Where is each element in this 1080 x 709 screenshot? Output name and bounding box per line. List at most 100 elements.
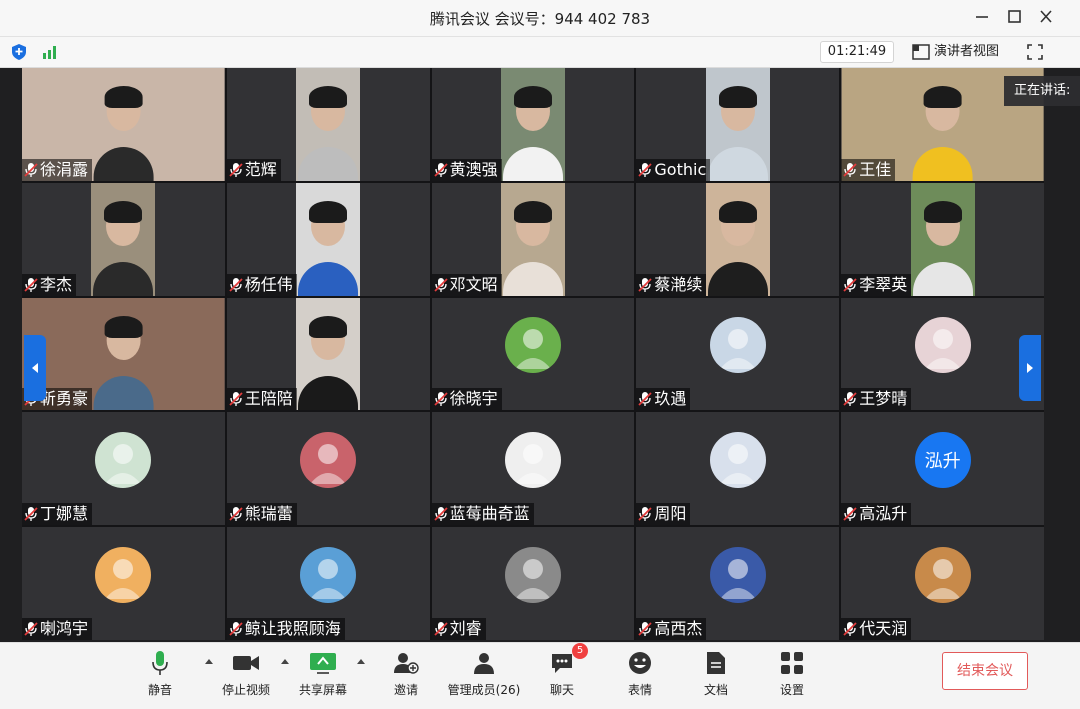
caret-up-icon[interactable] [280, 657, 290, 665]
mic-muted-icon [433, 507, 448, 522]
mic-muted-icon [24, 507, 38, 522]
participant-name-tag: 喇鸿宇 [22, 618, 93, 640]
participant-video [91, 182, 156, 296]
participant-name-tag: Gothic [636, 158, 711, 181]
participant-name: 玖遇 [654, 389, 687, 409]
page-prev-button[interactable] [24, 335, 46, 401]
participant-tile[interactable]: 徐晓宇 [431, 297, 635, 411]
participant-tile[interactable]: 周阳 [636, 412, 840, 526]
participant-video [500, 182, 565, 296]
chevron-right-icon [1027, 363, 1033, 373]
avatar [95, 431, 152, 488]
participant-name: 喇鸿宇 [40, 619, 89, 638]
mic-muted-icon [638, 507, 653, 522]
invite-label: 邀请 [393, 683, 418, 697]
participant-name: 鲸让我照顾海 [244, 619, 341, 638]
mic-muted-icon [24, 162, 38, 177]
participant-tile[interactable]: 靳勇豪 [22, 297, 225, 411]
mute-button[interactable]: 静音 [140, 649, 180, 701]
mic-muted-icon [638, 392, 653, 407]
participant-tile[interactable]: 王梦晴 [841, 297, 1044, 411]
participant-name-tag: 蔡滟续 [636, 273, 707, 296]
window-title: 腾讯会议 会议号：944 402 783 [429, 10, 651, 28]
docs-button[interactable]: 文档 [696, 649, 736, 701]
participant-tile[interactable]: 鲸让我照顾海 [226, 527, 430, 640]
participant-video [910, 182, 975, 296]
participant-name: 杨任伟 [244, 274, 293, 294]
participant-tile[interactable]: 泓升 高泓升 [841, 412, 1044, 526]
share-screen-label: 共享屏幕 [298, 683, 347, 697]
participant-name-tag: 王佳 [841, 158, 896, 181]
emoji-button[interactable]: 表情 [620, 649, 660, 701]
participant-tile[interactable]: 徐涓露 [22, 68, 225, 181]
participant-tile[interactable]: 范辉 [226, 68, 430, 181]
participant-video [296, 68, 361, 181]
mic-muted-icon [229, 277, 243, 292]
participant-tile[interactable]: 刘睿 [431, 527, 635, 640]
participant-tile[interactable]: Gothic [636, 68, 840, 181]
maximize-icon[interactable] [1002, 6, 1026, 28]
page-next-button[interactable] [1019, 335, 1041, 401]
chevron-left-icon [32, 363, 38, 373]
avatar [914, 316, 971, 373]
participant-name-tag: 高泓升 [841, 503, 912, 526]
participant-tile[interactable]: 李翠英 [841, 182, 1044, 296]
participant-name-tag: 蓝莓曲奇蓝 [431, 503, 534, 526]
shield-icon[interactable] [10, 43, 28, 61]
participant-video [500, 68, 565, 181]
participant-name-tag: 李杰 [22, 273, 77, 296]
participant-tile[interactable]: 熊瑞蕾 [226, 412, 430, 526]
participant-tile[interactable]: 喇鸿宇 [22, 527, 225, 640]
mic-muted-icon [843, 277, 857, 292]
participant-tile[interactable]: 玖遇 [636, 297, 840, 411]
stop-video-button[interactable]: 停止视频 [218, 649, 274, 701]
participant-name-tag: 周阳 [636, 503, 691, 526]
caret-up-icon[interactable] [204, 657, 214, 665]
participant-tile[interactable]: 李杰 [22, 182, 225, 296]
participant-name-tag: 丁娜慧 [22, 503, 93, 526]
participant-tile[interactable]: 丁娜慧 [22, 412, 225, 526]
participant-tile[interactable]: 黄澳强 [431, 68, 635, 181]
close-icon[interactable] [1034, 6, 1058, 28]
participant-name: 徐涓露 [40, 159, 89, 179]
share-screen-button[interactable]: 共享屏幕 [294, 649, 352, 701]
avatar [95, 546, 152, 603]
mic-muted-icon [638, 622, 653, 636]
share-screen-icon [310, 653, 336, 674]
participant-tile[interactable]: 高西杰 [636, 527, 840, 640]
signal-icon[interactable] [42, 45, 58, 59]
speaking-indicator: 正在讲话: [1004, 76, 1080, 106]
speaker-view-icon [912, 44, 930, 60]
participant-name-tag: 代天润 [841, 618, 912, 640]
participant-tile[interactable]: 王陪陪 [226, 297, 430, 411]
participant-tile[interactable]: 杨任伟 [226, 182, 430, 296]
end-meeting-button[interactable]: 结束会议 [942, 652, 1028, 690]
speaker-view-button[interactable]: 演讲者视图 [912, 41, 999, 63]
invite-button[interactable]: 邀请 [386, 649, 426, 701]
mic-muted-icon [843, 622, 857, 636]
avatar [709, 546, 766, 603]
document-icon [707, 652, 725, 674]
settings-label: 设置 [779, 683, 804, 697]
meeting-timer: 01:21:49 [820, 41, 894, 63]
fullscreen-icon[interactable] [1026, 43, 1044, 61]
manage-members-button[interactable]: 管理成员(26) [446, 649, 522, 701]
chat-button[interactable]: 5 聊天 [542, 643, 588, 701]
participant-name: 靳勇豪 [40, 389, 89, 409]
caret-up-icon[interactable] [356, 657, 366, 665]
participant-tile[interactable]: 代天润 [841, 527, 1044, 640]
participant-tile[interactable]: 邓文昭 [431, 182, 635, 296]
minimize-icon[interactable] [970, 6, 994, 28]
mic-muted-icon [24, 622, 38, 636]
participant-tile[interactable]: 蓝莓曲奇蓝 [431, 412, 635, 526]
settings-button[interactable]: 设置 [772, 649, 812, 701]
avatar [504, 431, 561, 488]
participant-name-tag: 徐涓露 [22, 158, 93, 181]
mute-label: 静音 [147, 683, 172, 697]
avatar [504, 316, 561, 373]
emoji-label: 表情 [627, 683, 652, 697]
mic-muted-icon [843, 392, 857, 407]
participant-name: 刘睿 [449, 619, 482, 638]
participant-name-tag: 范辉 [226, 158, 281, 181]
participant-tile[interactable]: 蔡滟续 [636, 182, 840, 296]
